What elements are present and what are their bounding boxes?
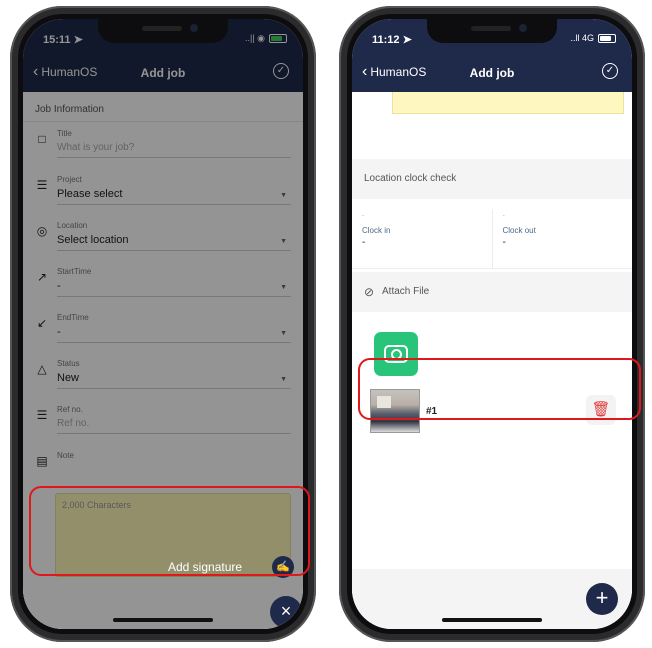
highlight-attachment-row xyxy=(358,358,641,420)
clock-out-value: - xyxy=(502,237,506,248)
attach-file-label: Attach File xyxy=(382,286,430,297)
notch xyxy=(98,19,228,43)
add-button[interactable]: + xyxy=(586,583,618,615)
check-circle-icon[interactable]: ✓ xyxy=(602,63,618,79)
clock-in-cell: - Clock in - xyxy=(352,209,492,268)
battery-icon xyxy=(598,33,616,43)
note-textarea-bottom[interactable] xyxy=(392,92,624,114)
clock-in-value: - xyxy=(362,237,366,248)
signal-icon: ..ll 4G xyxy=(570,33,594,43)
nav-row: ‹ HumanOS Add job ✓ xyxy=(352,63,632,87)
status-icons: ..ll 4G xyxy=(570,33,616,43)
right-screen: 11:12 ➤ ..ll 4G ‹ HumanOS Add job ✓ Loca… xyxy=(352,19,632,629)
clock-in-label: Clock in xyxy=(362,226,391,235)
status-time: 11:12 ➤ xyxy=(372,34,412,46)
notch xyxy=(427,19,557,43)
home-indicator xyxy=(442,618,542,622)
attach-file-header: ⊘ Attach File xyxy=(352,272,632,312)
right-phone-frame: 11:12 ➤ ..ll 4G ‹ HumanOS Add job ✓ Loca… xyxy=(339,6,645,642)
clock-out-top: - xyxy=(502,213,505,220)
highlight-signature-area xyxy=(29,486,310,576)
clock-row: - Clock in - - Clock out - xyxy=(352,209,632,269)
page-title: Add job xyxy=(469,66,515,80)
clock-out-cell: - Clock out - xyxy=(491,209,633,268)
clock-out-label: Clock out xyxy=(502,226,536,235)
clock-in-top: - xyxy=(362,213,365,220)
location-clock-check-header: Location clock check xyxy=(352,159,632,199)
close-button[interactable]: × xyxy=(270,596,302,628)
paperclip-icon: ⊘ xyxy=(364,285,375,299)
home-indicator xyxy=(113,618,213,622)
